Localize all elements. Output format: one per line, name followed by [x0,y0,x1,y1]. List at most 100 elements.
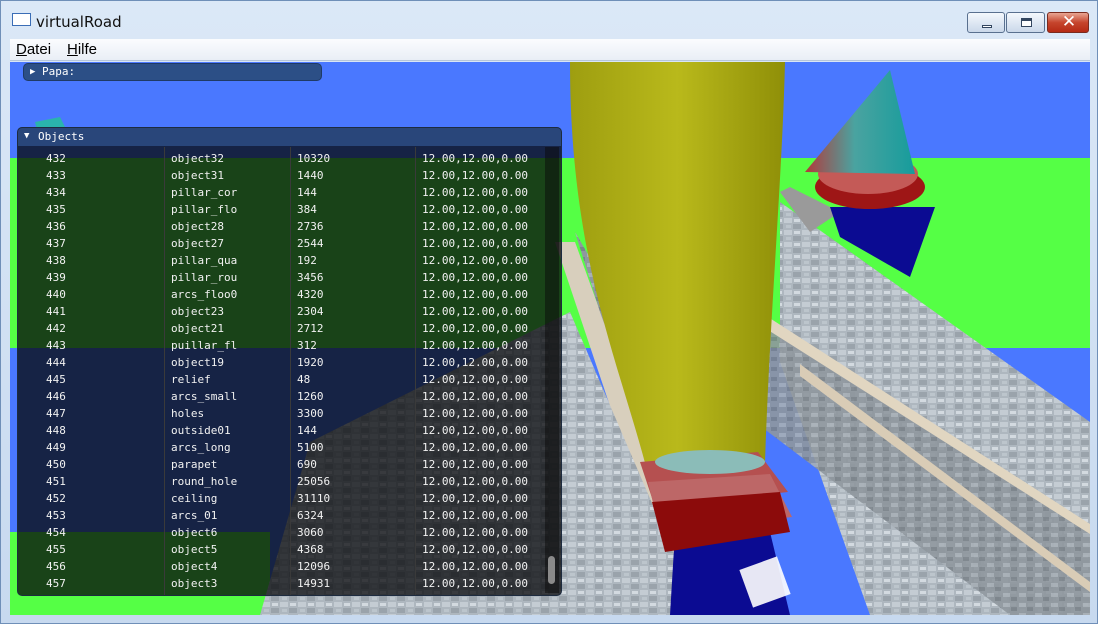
minimize-button[interactable] [967,12,1005,33]
table-row[interactable]: 440 arcs_floo0 4320 12.00,12.00,0.00 [18,286,545,303]
row-count-cell: 3060 [297,526,324,539]
table-row[interactable]: 451 round_hole 25056 12.00,12.00,0.00 [18,473,545,490]
table-row[interactable]: 437 object27 2544 12.00,12.00,0.00 [18,235,545,252]
objects-panel-header[interactable]: ▼ Objects [18,128,561,146]
table-row[interactable]: 445 relief 48 12.00,12.00,0.00 [18,371,545,388]
row-scale-cell: 12.00,12.00,0.00 [422,220,528,233]
row-index-cell: 446 [46,390,66,403]
row-index-cell: 452 [46,492,66,505]
table-row[interactable]: 452 ceiling 31110 12.00,12.00,0.00 [18,490,545,507]
row-name-cell: object31 [171,169,224,182]
row-name-cell: pillar_qua [171,254,238,267]
row-index-cell: 440 [46,288,66,301]
close-button[interactable]: ✕ [1047,12,1089,33]
row-index-cell: 438 [46,254,66,267]
row-name-cell: object4 [171,560,218,573]
row-index-cell: 456 [46,560,66,573]
row-index-cell: 436 [46,220,66,233]
menu-hilfe[interactable]: Hilfe [67,41,97,58]
row-count-cell: 5100 [297,441,324,454]
row-scale-cell: 12.00,12.00,0.00 [422,373,528,386]
table-row[interactable]: 447 holes 3300 12.00,12.00,0.00 [18,405,545,422]
row-scale-cell: 12.00,12.00,0.00 [422,356,528,369]
table-row[interactable]: 434 pillar_cor 144 12.00,12.00,0.00 [18,184,545,201]
row-scale-cell: 12.00,12.00,0.00 [422,339,528,352]
row-count-cell: 48 [297,373,311,386]
objects-table[interactable]: 432 object32 10320 12.00,12.00,0.00 433 objec… [18,147,545,595]
table-row[interactable]: 433 object31 1440 12.00,12.00,0.00 [18,167,545,184]
row-scale-cell: 12.00,12.00,0.00 [422,390,528,403]
menu-datei[interactable]: Datei [16,41,51,58]
table-row[interactable]: 450 parapet 690 12.00,12.00,0.00 [18,456,545,473]
menu-bar: Datei Hilfe [10,39,1090,61]
row-name-cell: object27 [171,237,224,250]
row-name-cell: puillar_fl [171,339,238,352]
row-scale-cell: 12.00,12.00,0.00 [422,543,528,556]
row-name-cell: object3 [171,577,218,590]
table-row[interactable]: 444 object19 1920 12.00,12.00,0.00 [18,354,545,371]
row-scale-cell: 12.00,12.00,0.00 [422,305,528,318]
table-row[interactable]: 442 object21 2712 12.00,12.00,0.00 [18,320,545,337]
table-row[interactable]: 435 pillar_flo 384 12.00,12.00,0.00 [18,201,545,218]
table-row[interactable]: 453 arcs_01 6324 12.00,12.00,0.00 [18,507,545,524]
row-count-cell: 144 [297,424,317,437]
table-row[interactable]: 443 puillar_fl 312 12.00,12.00,0.00 [18,337,545,354]
row-scale-cell: 12.00,12.00,0.00 [422,577,528,590]
row-name-cell: object5 [171,543,218,556]
table-row[interactable]: 441 object23 2304 12.00,12.00,0.00 [18,303,545,320]
table-row[interactable]: 438 pillar_qua 192 12.00,12.00,0.00 [18,252,545,269]
row-count-cell: 312 [297,339,317,352]
row-scale-cell: 12.00,12.00,0.00 [422,237,528,250]
row-index-cell: 443 [46,339,66,352]
menu-hilfe-hotkey: H [67,41,78,58]
row-index-cell: 434 [46,186,66,199]
row-scale-cell: 12.00,12.00,0.00 [422,458,528,471]
objects-label: Objects [38,130,85,143]
table-row[interactable]: 439 pillar_rou 3456 12.00,12.00,0.00 [18,269,545,286]
row-scale-cell: 12.00,12.00,0.00 [422,288,528,301]
row-scale-cell: 12.00,12.00,0.00 [422,169,528,182]
row-name-cell: outside01 [171,424,231,437]
table-row[interactable]: 457 object3 14931 12.00,12.00,0.00 [18,575,545,592]
table-row[interactable]: 449 arcs_long 5100 12.00,12.00,0.00 [18,439,545,456]
row-count-cell: 2712 [297,322,324,335]
row-name-cell: arcs_long [171,441,231,454]
row-scale-cell: 12.00,12.00,0.00 [422,526,528,539]
maximize-button[interactable] [1006,12,1045,33]
table-row[interactable]: 436 object28 2736 12.00,12.00,0.00 [18,218,545,235]
objects-scrollbar[interactable] [545,147,559,593]
scrollbar-thumb[interactable] [548,556,555,584]
table-row[interactable]: 456 object4 12096 12.00,12.00,0.00 [18,558,545,575]
row-count-cell: 25056 [297,475,331,488]
row-count-cell: 1260 [297,390,324,403]
row-name-cell: object19 [171,356,224,369]
row-scale-cell: 12.00,12.00,0.00 [422,424,528,437]
title-bar[interactable]: virtualRoad ✕ [1,1,1097,37]
row-scale-cell: 12.00,12.00,0.00 [422,254,528,267]
row-index-cell: 437 [46,237,66,250]
row-count-cell: 1920 [297,356,324,369]
3d-viewport[interactable]: ▶ Papa: ▼ Objects 432 object32 10320 12.00,… [10,62,1090,615]
row-count-cell: 4368 [297,543,324,556]
menu-hilfe-label: ilfe [77,41,98,58]
table-row[interactable]: 448 outside01 144 12.00,12.00,0.00 [18,422,545,439]
row-count-cell: 14931 [297,577,331,590]
table-row[interactable]: 446 arcs_small 1260 12.00,12.00,0.00 [18,388,545,405]
table-row[interactable]: 455 object5 4368 12.00,12.00,0.00 [18,541,545,558]
menu-datei-hotkey: D [16,41,27,58]
row-index-cell: 454 [46,526,66,539]
row-count-cell: 12096 [297,560,331,573]
row-count-cell: 690 [297,458,317,471]
row-index-cell: 455 [46,543,66,556]
row-index-cell: 451 [46,475,66,488]
row-name-cell: round_hole [171,475,238,488]
row-scale-cell: 12.00,12.00,0.00 [422,560,528,573]
table-row[interactable]: 432 object32 10320 12.00,12.00,0.00 [18,150,545,167]
papa-panel-header[interactable]: ▶ Papa: [23,63,322,81]
row-name-cell: object28 [171,220,224,233]
row-scale-cell: 12.00,12.00,0.00 [422,322,528,335]
row-scale-cell: 12.00,12.00,0.00 [422,492,528,505]
row-count-cell: 3300 [297,407,324,420]
triangle-down-icon: ▼ [24,131,30,141]
table-row[interactable]: 454 object6 3060 12.00,12.00,0.00 [18,524,545,541]
